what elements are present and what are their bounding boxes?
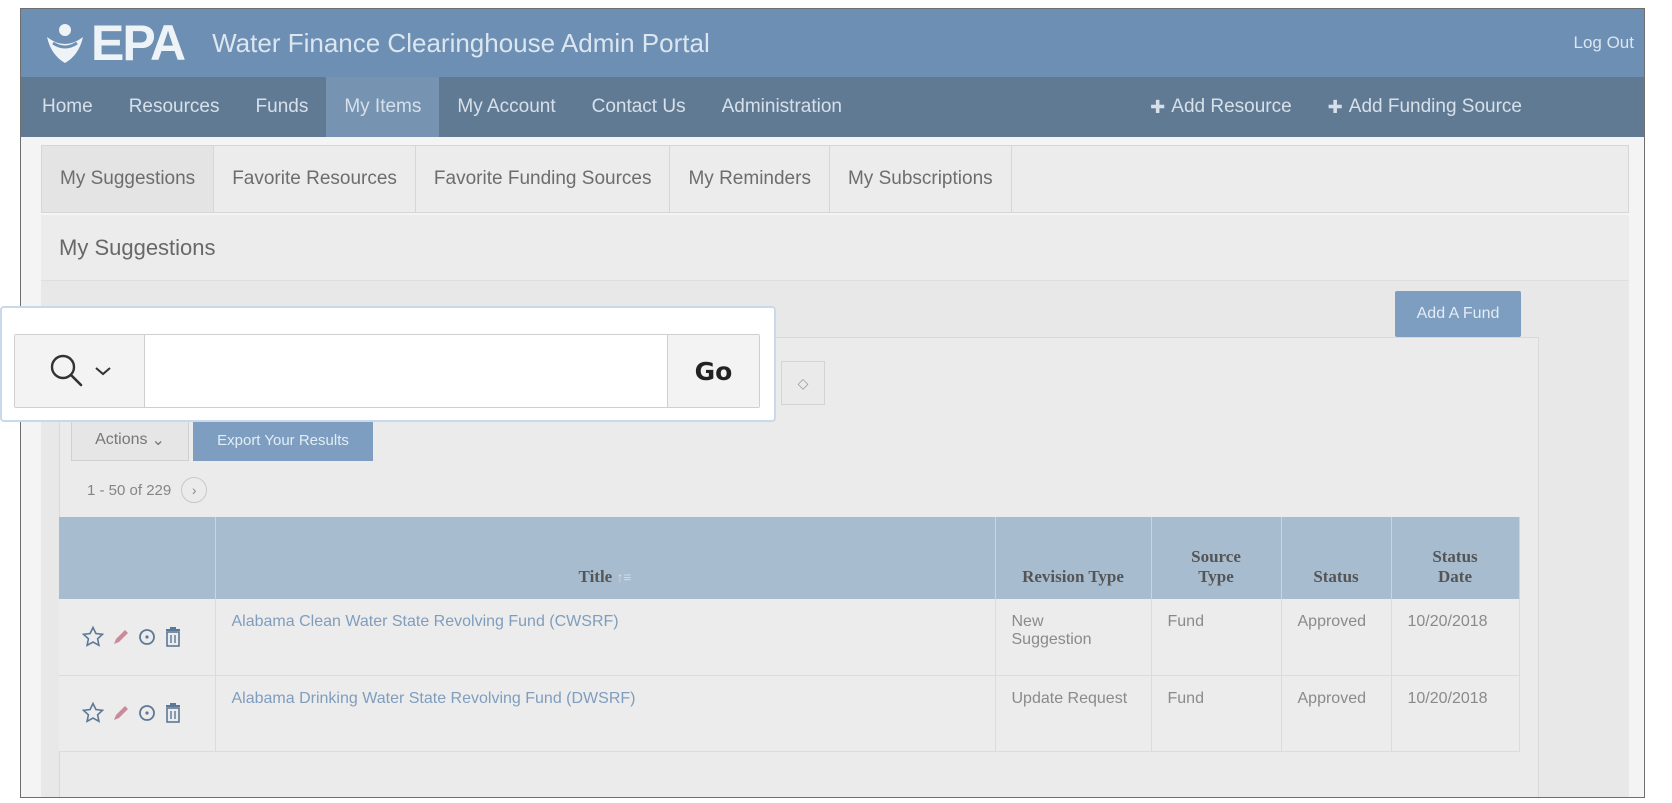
row-source-type: Fund bbox=[1151, 599, 1282, 676]
actions-label: Actions bbox=[95, 431, 148, 448]
column-header-actions bbox=[59, 517, 216, 599]
search-bar-callout: Go bbox=[0, 306, 776, 422]
row-title-cell: Alabama Drinking Water State Revolving F… bbox=[215, 675, 996, 752]
table-header-row: Title ↑≡ Revision Type Source Type Statu… bbox=[59, 517, 1520, 599]
row-status: Approved bbox=[1281, 599, 1392, 676]
nav-item-contact-us[interactable]: Contact Us bbox=[574, 77, 704, 137]
plus-icon: ✚ bbox=[1150, 96, 1166, 117]
sort-ascending-icon: ↑≡ bbox=[616, 571, 632, 586]
row-title-link[interactable]: Alabama Clean Water State Revolving Fund… bbox=[232, 613, 619, 630]
row-status-date: 10/20/2018 bbox=[1391, 599, 1520, 676]
star-icon[interactable] bbox=[81, 625, 105, 649]
nav-actions: ✚ Add Resource ✚ Add Funding Source bbox=[1132, 77, 1540, 137]
epa-logo[interactable]: EPA bbox=[43, 9, 186, 77]
row-revision-type-line1: Update Request bbox=[1011, 689, 1128, 707]
suggestions-table: Title ↑≡ Revision Type Source Type Statu… bbox=[59, 517, 1520, 752]
search-column-selector[interactable] bbox=[15, 335, 145, 407]
add-fund-button[interactable]: Add A Fund bbox=[1395, 291, 1521, 337]
column-status-date-line1: Status bbox=[1432, 547, 1478, 566]
table-row: Alabama Clean Water State Revolving Fund… bbox=[59, 599, 1520, 676]
pagination: 1 - 50 of 229 › bbox=[87, 477, 208, 503]
column-status-date-line2: Date bbox=[1438, 567, 1472, 586]
row-icons bbox=[81, 625, 215, 649]
nav-item-administration[interactable]: Administration bbox=[704, 77, 860, 137]
add-funding-source-label: Add Funding Source bbox=[1348, 96, 1522, 117]
nav-item-resources[interactable]: Resources bbox=[111, 77, 238, 137]
nav-item-funds[interactable]: Funds bbox=[238, 77, 327, 137]
nav-item-my-account[interactable]: My Account bbox=[439, 77, 573, 137]
column-title-label: Title bbox=[578, 567, 613, 586]
nav-item-home[interactable]: Home bbox=[21, 77, 111, 137]
tab-my-subscriptions[interactable]: My Subscriptions bbox=[830, 146, 1012, 212]
row-actions-cell bbox=[59, 599, 216, 676]
row-revision-type: Update Request bbox=[995, 675, 1152, 752]
column-header-source-type[interactable]: Source Type bbox=[1151, 517, 1282, 599]
clock-icon[interactable] bbox=[137, 627, 157, 647]
nav-item-my-items[interactable]: My Items bbox=[326, 77, 440, 137]
tab-favorite-resources[interactable]: Favorite Resources bbox=[214, 146, 416, 212]
plus-icon: ✚ bbox=[1327, 96, 1343, 117]
edit-pencil-icon[interactable] bbox=[111, 627, 131, 647]
clock-icon[interactable] bbox=[137, 703, 157, 723]
column-header-revision-type[interactable]: Revision Type bbox=[995, 517, 1152, 599]
row-status: Approved bbox=[1281, 675, 1392, 752]
search-icon bbox=[50, 354, 82, 387]
row-icons bbox=[81, 701, 215, 725]
tab-favorite-funding-sources[interactable]: Favorite Funding Sources bbox=[416, 146, 671, 212]
chevron-down-icon: ⌄ bbox=[151, 432, 165, 449]
row-title-link[interactable]: Alabama Drinking Water State Revolving F… bbox=[232, 690, 636, 707]
row-source-type: Fund bbox=[1151, 675, 1282, 752]
star-icon[interactable] bbox=[81, 701, 105, 725]
export-results-button[interactable]: Export Your Results bbox=[193, 419, 373, 461]
trash-icon[interactable] bbox=[163, 626, 183, 648]
pagination-range: 1 - 50 of 229 bbox=[87, 481, 172, 499]
edit-pencil-icon[interactable] bbox=[111, 703, 131, 723]
region-title: My Suggestions bbox=[41, 215, 1629, 281]
rows-per-page-select[interactable]: ◇ bbox=[781, 361, 825, 405]
column-source-type-line1: Source bbox=[1191, 547, 1241, 566]
row-status-date: 10/20/2018 bbox=[1391, 675, 1520, 752]
trash-icon[interactable] bbox=[163, 702, 183, 724]
row-actions-cell bbox=[59, 675, 216, 752]
top-header: EPA Water Finance Clearinghouse Admin Po… bbox=[21, 9, 1644, 77]
portal-title: Water Finance Clearinghouse Admin Portal bbox=[212, 27, 710, 58]
tab-my-reminders[interactable]: My Reminders bbox=[670, 146, 830, 212]
search-bar: Go bbox=[14, 334, 760, 408]
row-revision-type-line2: Suggestion bbox=[1011, 631, 1092, 648]
chevron-right-icon: › bbox=[191, 482, 197, 498]
column-header-status[interactable]: Status bbox=[1281, 517, 1392, 599]
add-resource-label: Add Resource bbox=[1171, 96, 1292, 117]
next-page-button[interactable]: › bbox=[181, 477, 208, 503]
main-nav: Home Resources Funds My Items My Account… bbox=[21, 77, 1644, 137]
chevron-down-icon bbox=[94, 367, 111, 376]
column-source-type-line2: Type bbox=[1198, 567, 1234, 586]
go-button[interactable]: Go bbox=[667, 335, 759, 407]
subtabs: My Suggestions Favorite Resources Favori… bbox=[41, 145, 1629, 213]
logo-text: EPA bbox=[91, 15, 186, 71]
row-title-cell: Alabama Clean Water State Revolving Fund… bbox=[215, 599, 996, 676]
logout-link[interactable]: Log Out bbox=[1574, 33, 1635, 53]
column-header-title[interactable]: Title ↑≡ bbox=[215, 517, 996, 599]
search-input[interactable] bbox=[145, 335, 667, 407]
column-header-status-date[interactable]: Status Date bbox=[1391, 517, 1520, 599]
epa-flower-icon bbox=[47, 24, 83, 63]
add-funding-source-link[interactable]: ✚ Add Funding Source bbox=[1310, 77, 1540, 137]
row-revision-type: New Suggestion bbox=[995, 599, 1152, 676]
table-row: Alabama Drinking Water State Revolving F… bbox=[59, 675, 1520, 752]
add-resource-link[interactable]: ✚ Add Resource bbox=[1132, 77, 1310, 137]
actions-menu-button[interactable]: Actions ⌄ bbox=[71, 419, 189, 461]
tab-my-suggestions[interactable]: My Suggestions bbox=[42, 146, 215, 212]
row-revision-type-line1: New bbox=[1011, 613, 1044, 630]
